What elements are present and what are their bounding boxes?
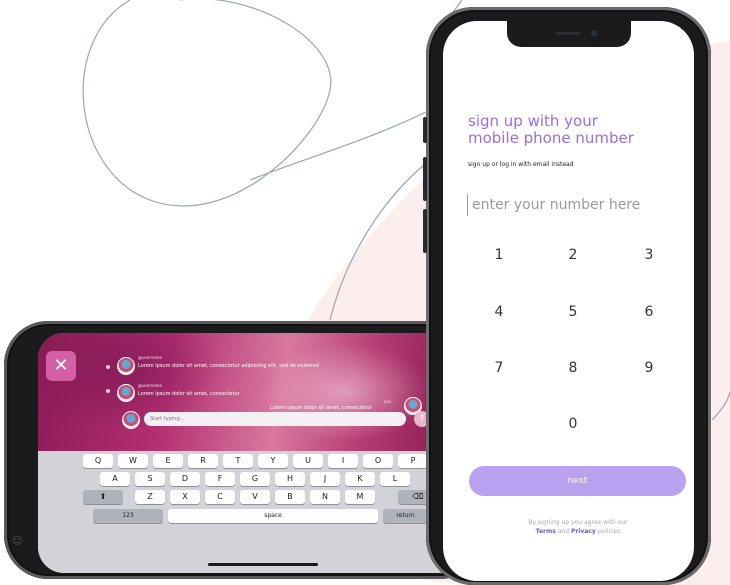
key-v[interactable]: V (240, 490, 270, 504)
keypad-6[interactable]: 6 (629, 300, 669, 324)
emoji-icon[interactable]: ☺ (12, 536, 22, 547)
keypad-2[interactable]: 2 (553, 243, 593, 267)
key-q[interactable]: Q (83, 454, 113, 468)
keypad-3[interactable]: 3 (629, 243, 669, 267)
loop-line-tail (249, 109, 431, 181)
comment-dot (106, 389, 110, 393)
key-b[interactable]: B (275, 490, 305, 504)
comment-text: Lorem ipsum dolor sit amet, consectetur (138, 391, 240, 397)
shift-icon: ⬆ (99, 492, 107, 501)
title-line-1: sign up with your (468, 112, 598, 130)
return-key[interactable]: return (383, 509, 428, 523)
keypad-8[interactable]: 8 (553, 356, 593, 380)
volume-up-button (423, 157, 427, 201)
legal-links: Terms and Privacy policies (493, 527, 663, 536)
terms-link[interactable]: Terms (536, 528, 556, 535)
comment-dot (106, 365, 110, 369)
own-comment-text: Lorem ipsum dolor sit amet, consectetur (270, 405, 372, 411)
space-key[interactable]: space (168, 509, 378, 523)
front-camera (591, 30, 597, 36)
speaker (555, 32, 581, 35)
title-line-2: mobile phone number (468, 129, 634, 147)
privacy-link[interactable]: Privacy (571, 528, 596, 535)
key-t[interactable]: T (223, 454, 253, 468)
keypad-7[interactable]: 7 (479, 356, 519, 380)
key-g[interactable]: G (240, 472, 270, 486)
numbers-key[interactable]: 123 (93, 509, 163, 523)
keypad-9[interactable]: 9 (629, 356, 669, 380)
comment-text: Lorem ipsum dolor sit amet, consectetur … (138, 363, 319, 369)
email-signup-link[interactable]: sign up or log in with email instead (468, 161, 574, 168)
page-title: sign up with your mobile phone number (468, 113, 678, 147)
arrow-up-icon: ↑ (418, 414, 426, 424)
key-e[interactable]: E (153, 454, 183, 468)
key-c[interactable]: C (205, 490, 235, 504)
key-z[interactable]: Z (135, 490, 165, 504)
key-x[interactable]: X (170, 490, 200, 504)
next-button[interactable]: next (469, 466, 686, 496)
mute-switch (423, 117, 427, 143)
video-stream: ✕ @username Lorem ipsum dolor sit amet, … (38, 333, 478, 451)
key-h[interactable]: H (275, 472, 305, 486)
close-button[interactable]: ✕ (46, 351, 76, 381)
keypad-0[interactable]: 0 (553, 412, 593, 436)
keyboard: Q W E R T Y U I O P A S D F G H J K L ⬆ … (38, 451, 478, 573)
key-k[interactable]: K (345, 472, 375, 486)
avatar (117, 357, 135, 375)
volume-down-button (423, 209, 427, 253)
message-input[interactable]: Start typing... (144, 412, 406, 426)
key-p[interactable]: P (398, 454, 428, 468)
key-w[interactable]: W (118, 454, 148, 468)
key-a[interactable]: A (100, 472, 130, 486)
legal-prefix: By signing up you agree with our (528, 519, 628, 526)
notch (507, 21, 631, 47)
landscape-phone: ✕ @username Lorem ipsum dolor sit amet, … (4, 321, 484, 579)
delete-icon: ⌫ (412, 492, 424, 501)
key-m[interactable]: M (345, 490, 375, 504)
keypad-5[interactable]: 5 (553, 300, 593, 324)
home-indicator (208, 563, 318, 566)
own-comment-label: you (384, 399, 392, 404)
avatar (117, 384, 135, 402)
key-j[interactable]: J (310, 472, 340, 486)
comment-username: @username (138, 355, 162, 360)
key-r[interactable]: R (188, 454, 218, 468)
key-s[interactable]: S (135, 472, 165, 486)
comment-username: @username (138, 383, 162, 388)
stream-screen: ✕ @username Lorem ipsum dolor sit amet, … (38, 333, 478, 573)
phone-number-input[interactable]: enter your number here (467, 194, 677, 216)
key-f[interactable]: F (205, 472, 235, 486)
close-icon: ✕ (53, 355, 69, 376)
loop-line (82, 0, 332, 207)
key-i[interactable]: I (328, 454, 358, 468)
key-n[interactable]: N (310, 490, 340, 504)
portrait-phone: sign up with your mobile phone number si… (423, 7, 711, 585)
avatar (122, 411, 140, 429)
shift-key[interactable]: ⬆ (83, 490, 123, 504)
legal-and: and (557, 528, 570, 535)
key-d[interactable]: D (170, 472, 200, 486)
key-l[interactable]: L (380, 472, 410, 486)
key-u[interactable]: U (293, 454, 323, 468)
legal-text: By signing up you agree with our Terms a… (493, 518, 663, 536)
keypad-4[interactable]: 4 (479, 300, 519, 324)
signup-screen: sign up with your mobile phone number si… (443, 21, 694, 581)
legal-policies: policies (597, 528, 621, 535)
keypad-1[interactable]: 1 (479, 243, 519, 267)
key-o[interactable]: O (363, 454, 393, 468)
key-y[interactable]: Y (258, 454, 288, 468)
